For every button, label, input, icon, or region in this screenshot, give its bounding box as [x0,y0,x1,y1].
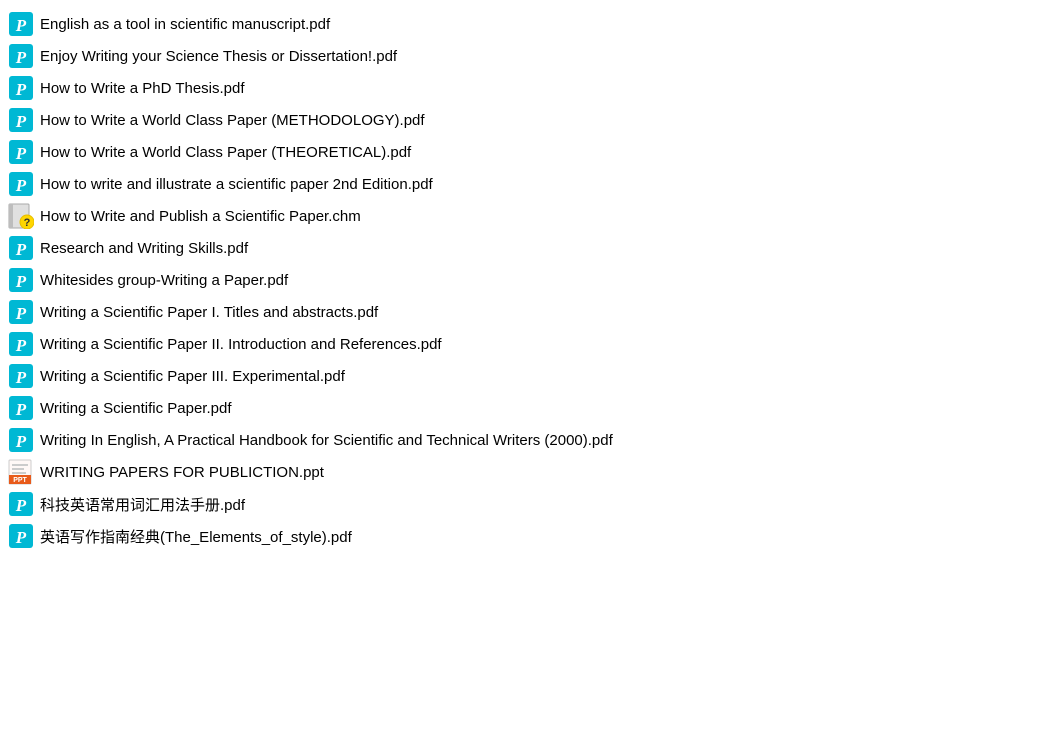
file-name: Enjoy Writing your Science Thesis or Dis… [40,48,397,65]
pdf-icon: P [8,523,34,549]
pdf-icon: P [8,171,34,197]
file-name: Writing a Scientific Paper II. Introduct… [40,336,442,353]
file-name: 英语写作指南经典(The_Elements_of_style).pdf [40,526,352,547]
svg-text:P: P [15,528,27,547]
list-item[interactable]: P 英语写作指南经典(The_Elements_of_style).pdf [0,520,1060,552]
svg-text:P: P [15,432,27,451]
pdf-icon: P [8,75,34,101]
file-name: Writing In English, A Practical Handbook… [40,432,613,449]
file-name: Writing a Scientific Paper I. Titles and… [40,304,378,321]
list-item[interactable]: P How to Write a World Class Paper (THEOR… [0,136,1060,168]
list-item[interactable]: P How to Write a PhD Thesis.pdf [0,72,1060,104]
list-item[interactable]: P Whitesides group-Writing a Paper.pdf [0,264,1060,296]
list-item[interactable]: P Research and Writing Skills.pdf [0,232,1060,264]
svg-text:P: P [15,48,27,67]
file-name: Writing a Scientific Paper.pdf [40,400,231,417]
file-name: How to write and illustrate a scientific… [40,176,433,193]
list-item[interactable]: ? How to Write and Publish a Scientific P… [0,200,1060,232]
file-name: WRITING PAPERS FOR PUBLICTION.ppt [40,464,324,481]
file-name: How to Write a World Class Paper (THEORE… [40,144,411,161]
list-item[interactable]: P Writing a Scientific Paper I. Titles an… [0,296,1060,328]
pdf-icon: P [8,299,34,325]
chm-icon: ? [8,203,34,229]
svg-text:P: P [15,16,27,35]
svg-text:P: P [15,304,27,323]
file-name: 科技英语常用词汇用法手册.pdf [40,494,245,515]
file-name: How to Write a PhD Thesis.pdf [40,80,245,97]
svg-text:P: P [15,176,27,195]
svg-text:P: P [15,112,27,131]
svg-text:P: P [15,400,27,419]
svg-text:P: P [15,272,27,291]
pdf-icon: P [8,139,34,165]
list-item[interactable]: P 科技英语常用词汇用法手册.pdf [0,488,1060,520]
list-item[interactable]: P Writing In English, A Practical Handboo… [0,424,1060,456]
pdf-icon: P [8,235,34,261]
pdf-icon: P [8,267,34,293]
list-item[interactable]: P Enjoy Writing your Science Thesis or Di… [0,40,1060,72]
file-name: English as a tool in scientific manuscri… [40,16,330,33]
file-name: Whitesides group-Writing a Paper.pdf [40,272,288,289]
svg-text:P: P [15,144,27,163]
svg-text:?: ? [24,217,31,229]
file-name: Research and Writing Skills.pdf [40,240,248,257]
file-name: Writing a Scientific Paper III. Experime… [40,368,345,385]
pdf-icon: P [8,11,34,37]
svg-text:P: P [15,368,27,387]
svg-text:P: P [15,336,27,355]
list-item[interactable]: PPT WRITING PAPERS FOR PUBLICTION.ppt [0,456,1060,488]
pdf-icon: P [8,395,34,421]
svg-text:P: P [15,496,27,515]
file-list: P English as a tool in scientific manuscr… [0,8,1060,552]
pdf-icon: P [8,331,34,357]
pdf-icon: P [8,427,34,453]
list-item[interactable]: P How to write and illustrate a scientifi… [0,168,1060,200]
list-item[interactable]: P Writing a Scientific Paper.pdf [0,392,1060,424]
list-item[interactable]: P Writing a Scientific Paper II. Introduc… [0,328,1060,360]
list-item[interactable]: P How to Write a World Class Paper (METHO… [0,104,1060,136]
file-name: How to Write a World Class Paper (METHOD… [40,112,425,129]
file-name: How to Write and Publish a Scientific Pa… [40,208,361,225]
svg-text:PPT: PPT [13,477,27,484]
list-item[interactable]: P English as a tool in scientific manuscr… [0,8,1060,40]
svg-text:P: P [15,240,27,259]
pdf-icon: P [8,107,34,133]
ppt-icon: PPT [8,459,34,485]
svg-text:P: P [15,80,27,99]
pdf-icon: P [8,363,34,389]
pdf-icon: P [8,491,34,517]
pdf-icon: P [8,43,34,69]
list-item[interactable]: P Writing a Scientific Paper III. Experim… [0,360,1060,392]
